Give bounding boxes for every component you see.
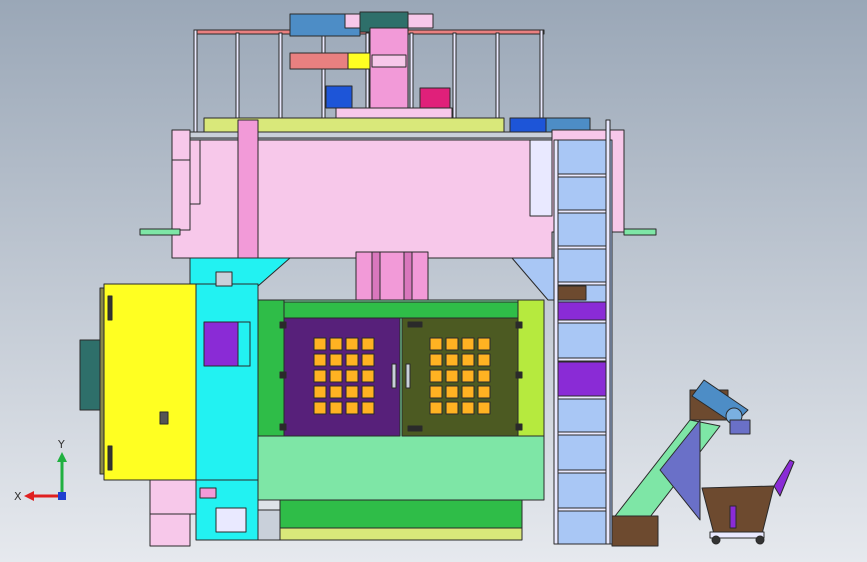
y-axis-label: Y [57, 438, 65, 451]
machine-drawing: X Y [14, 11, 795, 547]
door-handle-left [391, 363, 397, 389]
door-handle-right [405, 363, 411, 389]
left-pink-column [237, 119, 259, 261]
operator-cabinet [195, 271, 259, 481]
z-axis-marker [58, 492, 66, 500]
center-ram [355, 251, 429, 303]
chip-bin [701, 459, 795, 545]
x-axis-label: X [14, 490, 22, 503]
lower-left-assembly [149, 479, 259, 547]
y-axis-arrowhead [57, 452, 67, 462]
cad-viewport[interactable]: X Y [0, 0, 867, 562]
axis-triad: X Y [14, 438, 67, 503]
right-door-window [401, 317, 519, 437]
enclosure-base [257, 499, 523, 541]
right-column [555, 139, 613, 545]
electric-cabinet [79, 283, 201, 481]
x-axis-arrowhead [24, 491, 34, 501]
